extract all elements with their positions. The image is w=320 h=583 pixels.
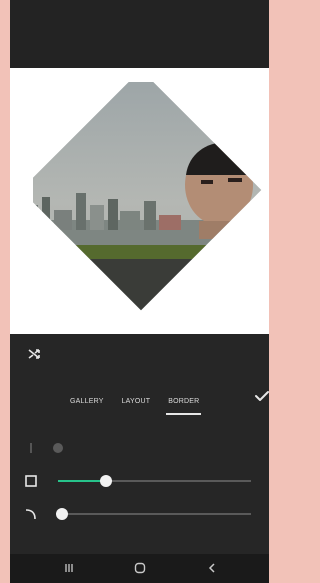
- spacing-icon: [24, 441, 38, 455]
- corner-radius-icon: [24, 507, 38, 521]
- recents-button[interactable]: [62, 561, 76, 575]
- recents-icon: [65, 564, 73, 572]
- tab-gallery[interactable]: GALLERY: [70, 392, 104, 411]
- shuffle-button[interactable]: [26, 346, 42, 362]
- back-button[interactable]: [205, 561, 219, 575]
- system-nav-bar: [10, 554, 269, 583]
- editor-panel: GALLERY LAYOUT BORDER: [10, 334, 269, 583]
- back-icon: [208, 563, 215, 573]
- photo: [33, 82, 262, 311]
- diamond-frame[interactable]: [33, 82, 269, 322]
- home-icon: [134, 562, 146, 574]
- phone-screen: GALLERY LAYOUT BORDER: [10, 0, 269, 583]
- tab-layout[interactable]: LAYOUT: [122, 392, 151, 411]
- home-button[interactable]: [133, 561, 147, 575]
- spacing-slider-row: [10, 434, 269, 462]
- corner-slider[interactable]: [56, 508, 251, 520]
- confirm-button[interactable]: [252, 386, 269, 406]
- square-border-icon: [24, 474, 38, 488]
- border-slider-row: [10, 467, 269, 495]
- tab-border[interactable]: BORDER: [166, 392, 202, 415]
- tab-bar: GALLERY LAYOUT BORDER: [70, 386, 250, 416]
- shuffle-icon: [28, 349, 40, 359]
- border-slider[interactable]: [58, 475, 251, 487]
- photo-diamond[interactable]: [33, 82, 262, 311]
- spacing-slider[interactable]: [53, 443, 251, 453]
- border-slider-thumb[interactable]: [100, 475, 112, 487]
- collage-canvas: [10, 68, 269, 334]
- corner-slider-thumb[interactable]: [56, 508, 68, 520]
- spacing-slider-thumb[interactable]: [53, 443, 63, 453]
- top-bar: [10, 0, 269, 68]
- corner-slider-row: [10, 500, 269, 528]
- border-slider-fill: [58, 480, 106, 482]
- check-icon: [255, 391, 269, 401]
